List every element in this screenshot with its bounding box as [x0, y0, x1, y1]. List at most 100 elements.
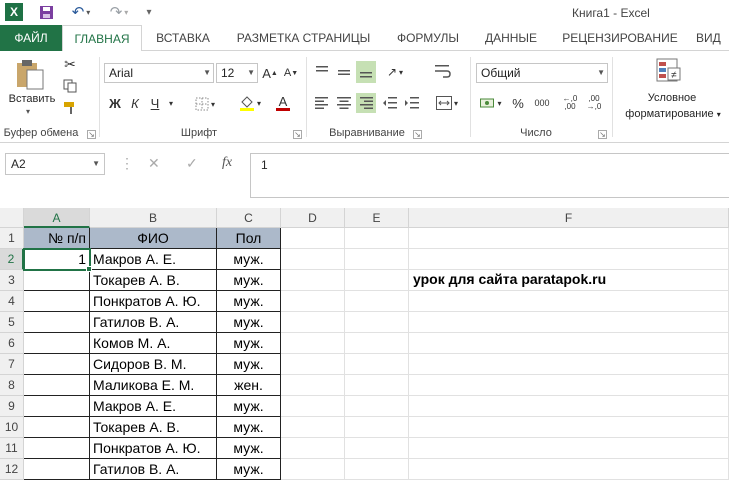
table-header-cell[interactable]: № п/п — [24, 228, 90, 249]
align-top-icon[interactable] — [312, 61, 332, 83]
table-cell[interactable]: Токарев А. В. — [90, 270, 217, 291]
empty-cell[interactable] — [281, 438, 345, 459]
customize-quick-access-icon[interactable]: ▾ — [143, 3, 155, 21]
table-cell[interactable]: муж. — [217, 333, 281, 354]
table-cell[interactable] — [24, 333, 90, 354]
font-size-combo[interactable]: 12 ▼ — [216, 63, 258, 83]
row-header[interactable]: 4 — [0, 291, 24, 312]
copy-icon[interactable] — [60, 77, 80, 95]
empty-cell[interactable] — [409, 249, 729, 270]
paste-dropdown-icon[interactable]: ▾ — [26, 107, 30, 116]
decrease-decimal-icon[interactable]: ,00 →,0 — [584, 93, 604, 113]
empty-cell[interactable] — [409, 417, 729, 438]
empty-cell[interactable] — [409, 291, 729, 312]
empty-cell[interactable] — [345, 459, 409, 480]
row-header[interactable]: 8 — [0, 375, 24, 396]
orientation-icon[interactable]: ↗ ▾ — [380, 61, 410, 83]
fill-color-icon[interactable]: ▾ — [236, 93, 264, 113]
cancel-icon[interactable]: ✕ — [148, 155, 160, 172]
tab-file[interactable]: ФАЙЛ — [0, 25, 62, 51]
table-cell[interactable]: муж. — [217, 396, 281, 417]
percent-style-button[interactable]: % — [510, 93, 526, 113]
shrink-font-button[interactable]: A ▼ — [283, 63, 299, 83]
wrap-text-icon[interactable] — [432, 61, 454, 83]
row-header[interactable]: 5 — [0, 312, 24, 333]
clipboard-launcher-icon[interactable]: ↘ — [87, 130, 96, 139]
row-header[interactable]: 9 — [0, 396, 24, 417]
empty-cell[interactable] — [409, 438, 729, 459]
table-cell[interactable] — [24, 270, 90, 291]
lesson-note[interactable]: урок для сайта paratapok.ru — [413, 271, 606, 287]
table-header-cell[interactable]: Пол — [217, 228, 281, 249]
underline-button[interactable]: Ч — [146, 93, 164, 113]
grow-font-button[interactable]: A ▲ — [262, 63, 278, 83]
empty-cell[interactable] — [409, 228, 729, 249]
insert-function-icon[interactable]: fx — [222, 155, 232, 171]
formula-input[interactable]: 1 — [250, 153, 729, 198]
increase-decimal-icon[interactable]: ←,0,00 — [560, 93, 580, 113]
empty-cell[interactable] — [409, 459, 729, 480]
tab-review[interactable]: РЕЦЕНЗИРОВАНИЕ — [556, 25, 684, 51]
paste-icon[interactable] — [10, 55, 50, 93]
merge-center-icon[interactable]: ▾ — [432, 93, 462, 113]
increase-indent-icon[interactable] — [402, 93, 422, 113]
align-center-icon[interactable] — [334, 93, 354, 113]
table-cell[interactable]: муж. — [217, 459, 281, 480]
align-middle-icon[interactable] — [334, 61, 354, 83]
empty-cell[interactable] — [281, 333, 345, 354]
empty-cell[interactable] — [281, 228, 345, 249]
empty-cell[interactable] — [409, 333, 729, 354]
table-header-cell[interactable]: ФИО — [90, 228, 217, 249]
row-header[interactable]: 12 — [0, 459, 24, 480]
table-cell[interactable]: Макров А. Е. — [90, 396, 217, 417]
empty-cell[interactable] — [345, 396, 409, 417]
empty-cell[interactable] — [281, 459, 345, 480]
table-cell[interactable]: Гатилов В. А. — [90, 312, 217, 333]
font-name-combo[interactable]: Arial ▼ — [104, 63, 214, 83]
empty-cell[interactable] — [281, 375, 345, 396]
column-header-c[interactable]: C — [217, 208, 281, 228]
table-cell[interactable] — [24, 438, 90, 459]
empty-cell[interactable] — [345, 354, 409, 375]
borders-icon[interactable]: ▾ — [192, 95, 218, 113]
empty-cell[interactable] — [409, 312, 729, 333]
empty-cell[interactable] — [409, 354, 729, 375]
empty-cell[interactable] — [345, 249, 409, 270]
table-cell[interactable]: жен. — [217, 375, 281, 396]
empty-cell[interactable] — [409, 375, 729, 396]
tab-page-layout[interactable]: РАЗМЕТКА СТРАНИЦЫ — [226, 25, 381, 51]
column-header-d[interactable]: D — [281, 208, 345, 228]
column-header-f[interactable]: F — [409, 208, 729, 228]
empty-cell[interactable] — [281, 270, 345, 291]
currency-format-icon[interactable]: ▾ — [478, 93, 504, 113]
tab-insert[interactable]: ВСТАВКА — [147, 25, 219, 51]
select-all-corner[interactable] — [0, 208, 24, 228]
undo-icon[interactable]: ↶ ▾ — [68, 3, 94, 21]
row-header[interactable]: 10 — [0, 417, 24, 438]
table-cell[interactable]: муж. — [217, 438, 281, 459]
table-cell[interactable] — [24, 354, 90, 375]
table-cell[interactable] — [24, 459, 90, 480]
empty-cell[interactable] — [345, 270, 409, 291]
name-box[interactable]: A2 ▼ — [5, 153, 105, 175]
excel-logo-icon[interactable]: X — [5, 3, 23, 21]
table-cell[interactable]: Макров А. Е. — [90, 249, 217, 270]
empty-cell[interactable] — [345, 375, 409, 396]
column-header-e[interactable]: E — [345, 208, 409, 228]
font-launcher-icon[interactable]: ↘ — [293, 130, 302, 139]
table-cell[interactable] — [24, 375, 90, 396]
fill-handle[interactable] — [86, 266, 92, 272]
table-cell[interactable]: муж. — [217, 291, 281, 312]
conditional-formatting-label-1[interactable]: Условное — [620, 92, 724, 104]
empty-cell[interactable] — [281, 417, 345, 438]
row-header[interactable]: 2 — [0, 249, 24, 270]
row-header[interactable]: 11 — [0, 438, 24, 459]
empty-cell[interactable] — [345, 312, 409, 333]
paste-button-label[interactable]: Вставить — [6, 93, 58, 105]
table-cell[interactable]: муж. — [217, 354, 281, 375]
bold-button[interactable]: Ж — [106, 93, 124, 113]
tab-view[interactable]: ВИД — [696, 25, 729, 51]
conditional-formatting-label-2[interactable]: форматирование ▾ — [617, 108, 729, 120]
column-header-b[interactable]: B — [90, 208, 217, 228]
table-cell[interactable] — [24, 396, 90, 417]
